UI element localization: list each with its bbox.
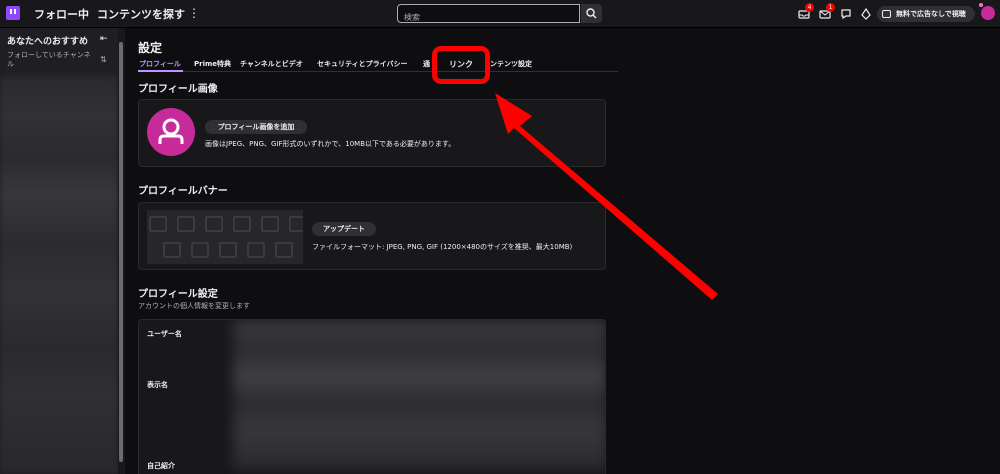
annotation-arrow-icon	[495, 93, 718, 300]
